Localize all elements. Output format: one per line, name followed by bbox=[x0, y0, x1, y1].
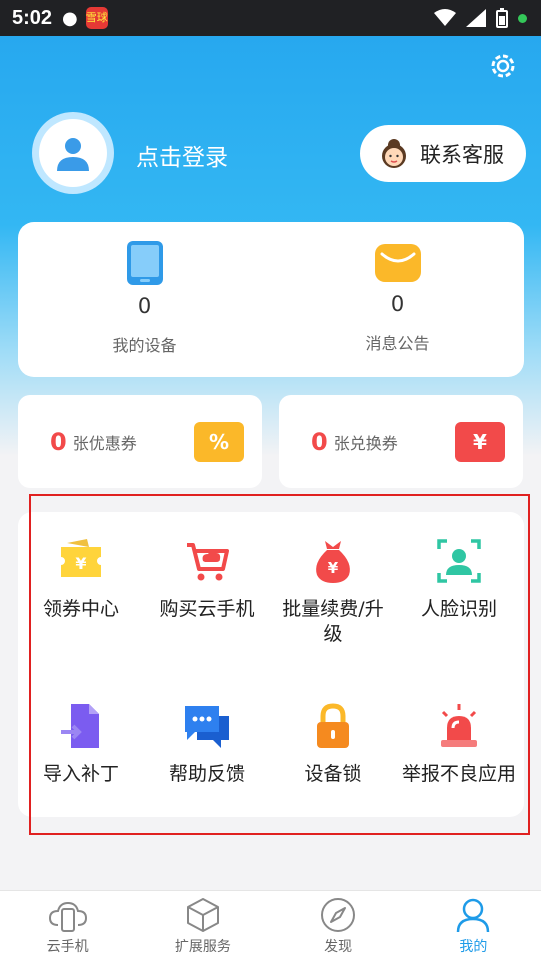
discount-coupons[interactable]: 0 张优惠券 % bbox=[18, 395, 262, 488]
tab-cloud-phone[interactable]: 云手机 bbox=[0, 891, 135, 962]
app-badge-icon: 雪球 bbox=[85, 7, 108, 29]
discount-label: 张优惠券 bbox=[72, 433, 137, 453]
discount-count: 0 bbox=[50, 427, 67, 456]
money-bag-icon: ¥ bbox=[316, 541, 350, 583]
ticket-icon: ¥ bbox=[61, 539, 101, 577]
grid-item-coupon-center[interactable]: ¥ 领券中心 bbox=[18, 537, 144, 622]
apple-icon: ● bbox=[62, 7, 78, 29]
exchange-label: 张兑换券 bbox=[333, 433, 398, 453]
grid-label: 举报不良应用 bbox=[401, 763, 516, 785]
customer-service-label: 联系客服 bbox=[420, 142, 504, 167]
svg-text:¥: ¥ bbox=[328, 559, 339, 577]
status-time: 5:02 bbox=[12, 6, 53, 29]
grid-label: 帮助反馈 bbox=[168, 763, 245, 785]
tab-label: 云手机 bbox=[46, 939, 89, 955]
gear-icon[interactable] bbox=[487, 50, 519, 82]
tab-label: 扩展服务 bbox=[174, 939, 231, 955]
signal-icon bbox=[466, 9, 486, 27]
svg-text:¥: ¥ bbox=[75, 554, 86, 573]
grid-item-device-lock[interactable]: 设备锁 bbox=[270, 702, 396, 787]
grid-label: 领券中心 bbox=[42, 598, 119, 620]
grid-label: 设备锁 bbox=[304, 763, 362, 785]
cloud-phone-icon bbox=[48, 901, 87, 932]
announcements[interactable]: 0 消息公告 bbox=[271, 222, 524, 377]
grid-item-help-feedback[interactable]: 帮助反馈 bbox=[144, 702, 270, 787]
stats-card: 0 我的设备 0 消息公告 bbox=[18, 222, 524, 377]
compass-icon bbox=[321, 898, 356, 932]
chat-icon bbox=[185, 706, 229, 748]
login-link[interactable]: 点击登录 bbox=[136, 138, 228, 172]
wifi-icon bbox=[434, 9, 456, 26]
user-icon bbox=[457, 898, 490, 933]
tab-extension-services[interactable]: 扩展服务 bbox=[135, 891, 270, 962]
tab-label: 我的 bbox=[459, 939, 488, 955]
cube-icon bbox=[186, 898, 219, 932]
agent-avatar-icon bbox=[382, 138, 406, 168]
avatar[interactable] bbox=[32, 112, 114, 194]
file-import-icon bbox=[61, 704, 99, 748]
tab-label: 发现 bbox=[324, 939, 353, 955]
status-bar: 5:02 ● 雪球 bbox=[0, 0, 541, 36]
devices-count: 0 bbox=[137, 294, 152, 318]
grid-item-import-patch[interactable]: 导入补丁 bbox=[18, 702, 144, 787]
tab-mine[interactable]: 我的 bbox=[406, 891, 541, 962]
exchange-coupons[interactable]: 0 张兑换券 ¥ bbox=[279, 395, 523, 488]
face-scan-icon bbox=[437, 539, 481, 583]
devices-label: 我的设备 bbox=[112, 336, 177, 355]
customer-service-button[interactable]: 联系客服 bbox=[360, 125, 526, 182]
battery-icon bbox=[496, 8, 508, 28]
envelope-icon bbox=[374, 244, 421, 282]
grid-item-buy-phone[interactable]: 购买云手机 bbox=[144, 537, 270, 622]
announcements-label: 消息公告 bbox=[365, 334, 430, 353]
grid-label: 批量续费/升级 bbox=[282, 598, 384, 645]
notification-dot-icon bbox=[518, 13, 527, 23]
my-devices[interactable]: 0 我的设备 bbox=[18, 222, 271, 377]
bottom-tab-bar: 云手机 扩展服务 发现 我的 bbox=[0, 890, 541, 962]
grid-label: 购买云手机 bbox=[159, 598, 255, 620]
alarm-icon bbox=[441, 704, 477, 747]
grid-label: 导入补丁 bbox=[42, 763, 119, 785]
grid-label: 人脸识别 bbox=[420, 598, 497, 620]
tablet-icon bbox=[126, 241, 163, 285]
user-avatar-icon bbox=[57, 138, 89, 171]
cart-icon bbox=[187, 543, 229, 581]
exchange-count: 0 bbox=[311, 427, 328, 456]
grid-item-batch-renew[interactable]: ¥ 批量续费/升级 bbox=[270, 537, 396, 647]
percent-ticket-icon: % bbox=[194, 422, 244, 462]
tab-discover[interactable]: 发现 bbox=[271, 891, 406, 962]
lock-icon bbox=[317, 703, 349, 748]
announcements-count: 0 bbox=[390, 292, 405, 316]
grid-item-face-recognition[interactable]: 人脸识别 bbox=[396, 537, 522, 622]
grid-item-report-app[interactable]: 举报不良应用 bbox=[396, 702, 522, 787]
yen-ticket-icon: ¥ bbox=[455, 422, 505, 462]
